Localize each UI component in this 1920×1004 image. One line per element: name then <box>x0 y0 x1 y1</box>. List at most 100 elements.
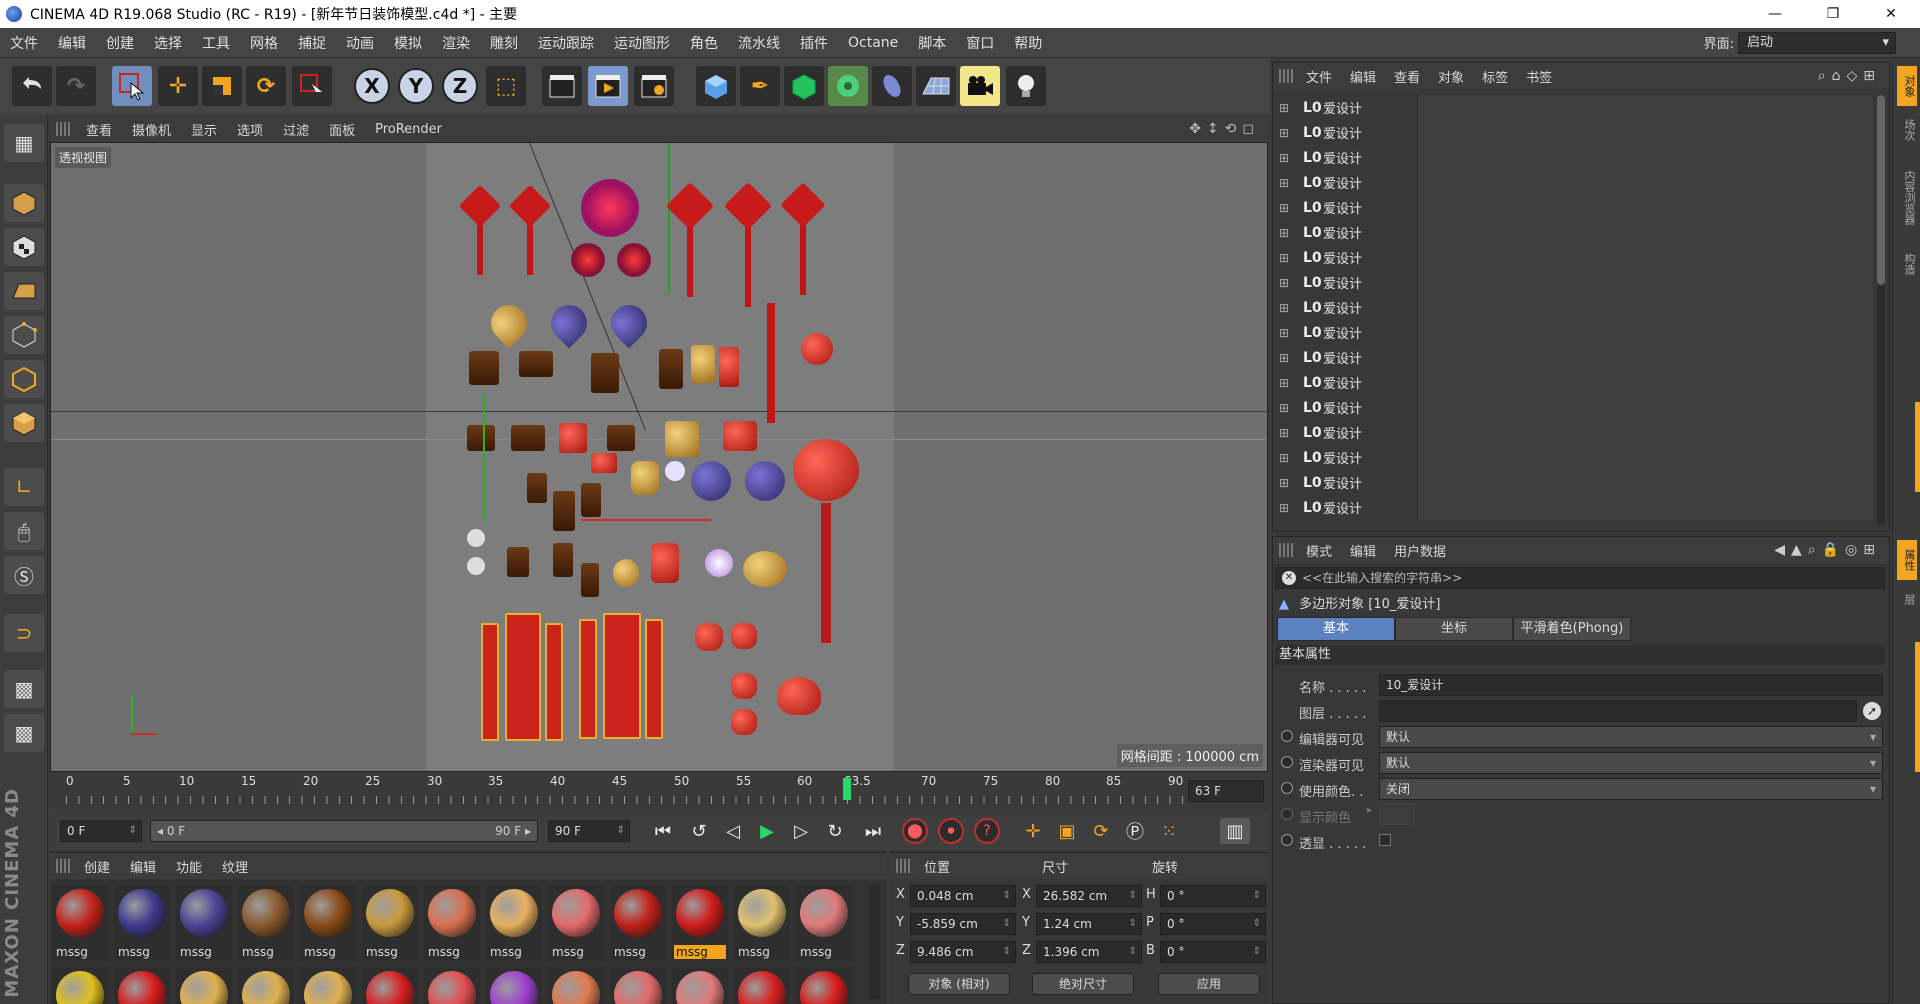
attribute-menu-user-data[interactable]: 用户数据 <box>1385 541 1455 560</box>
locked-workplane-icon[interactable]: ▩ <box>4 670 44 708</box>
menu-window[interactable]: 窗口 <box>956 33 1004 53</box>
autokeying-icon[interactable]: ⏺ <box>938 818 964 844</box>
viewport-menu-filter[interactable]: 过滤 <box>273 120 319 139</box>
render-to-picture-viewer-icon[interactable] <box>588 66 628 106</box>
object-x-axis-handle[interactable] <box>581 519 711 521</box>
tab-takes[interactable]: 场次 <box>1897 110 1917 150</box>
menu-render[interactable]: 渲染 <box>432 33 480 53</box>
expand-icon[interactable]: ⊞ <box>1279 301 1289 315</box>
material-swatch[interactable]: mssg <box>176 885 232 961</box>
tab-basic[interactable]: 基本 <box>1277 617 1395 641</box>
restore-button[interactable]: ❐ <box>1804 0 1862 28</box>
record-scale-icon[interactable]: ▣ <box>1052 818 1082 844</box>
material-swatch[interactable]: mssg <box>610 885 666 961</box>
model-mode-icon[interactable]: ▦ <box>4 124 44 162</box>
menu-simulate[interactable]: 模拟 <box>384 33 432 53</box>
expand-icon[interactable]: ⊞ <box>1279 101 1289 115</box>
attribute-menu-edit[interactable]: 编辑 <box>1341 541 1385 560</box>
menu-pipeline[interactable]: 流水线 <box>728 33 790 53</box>
timeline[interactable]: 0 5 10 15 20 25 30 35 40 45 50 55 60 63.… <box>50 774 1268 808</box>
material-swatch[interactable] <box>362 967 418 1004</box>
rot-p-field[interactable]: 0 ° <box>1160 913 1266 935</box>
planar-workplane-icon[interactable]: ▩ <box>4 714 44 752</box>
material-swatch[interactable]: mssg <box>424 885 480 961</box>
viewport-menu-display[interactable]: 显示 <box>181 120 227 139</box>
current-frame-field[interactable]: 63 F <box>1188 780 1264 802</box>
perspective-viewport[interactable]: 透视视图 网格间距: 100000 cm <box>50 142 1268 772</box>
object-menu-bookmarks[interactable]: 书签 <box>1517 67 1561 86</box>
polygons-mode-icon[interactable] <box>4 404 44 442</box>
menu-select[interactable]: 选择 <box>144 33 192 53</box>
pos-x-field[interactable]: 0.048 cm <box>910 885 1016 907</box>
menu-animate[interactable]: 动画 <box>336 33 384 53</box>
camera-icon[interactable] <box>960 66 1000 106</box>
object-row[interactable]: ⊞ L0 爱设计 <box>1275 145 1873 170</box>
expand-icon[interactable]: ⊞ <box>1279 426 1289 440</box>
record-point-level-icon[interactable]: ⁙ <box>1154 818 1184 844</box>
object-row[interactable]: ⊞ L0 爱设计 <box>1275 245 1873 270</box>
previous-frame-icon[interactable]: ◁ <box>718 818 748 844</box>
object-menu-objects[interactable]: 对象 <box>1429 67 1473 86</box>
expand-icon[interactable]: ⊞ <box>1279 126 1289 140</box>
object-menu-view[interactable]: 查看 <box>1385 67 1429 86</box>
coordinate-system-icon[interactable]: ⬚ <box>486 66 526 106</box>
axis-mode-icon[interactable]: ∟ <box>4 468 44 506</box>
expand-icon[interactable]: ⊞ <box>1279 176 1289 190</box>
object-row[interactable]: ⊞ L0 爱设计 <box>1275 345 1873 370</box>
object-menu-tags[interactable]: 标签 <box>1473 67 1517 86</box>
expand-icon[interactable]: ⊞ <box>1279 151 1289 165</box>
material-swatch[interactable] <box>238 967 294 1004</box>
object-mode-icon[interactable] <box>4 184 44 222</box>
menu-sculpt[interactable]: 雕刻 <box>480 33 528 53</box>
expand-arrow-icon[interactable]: ▸ <box>1367 805 1372 816</box>
layer-pick-icon[interactable]: ➚ <box>1863 702 1881 720</box>
menu-mograph[interactable]: 运动图形 <box>604 33 680 53</box>
tab-objects[interactable]: 对象 <box>1897 66 1917 106</box>
material-menu-texture[interactable]: 纹理 <box>212 857 258 876</box>
material-swatch[interactable]: mssg <box>796 885 852 961</box>
expand-icon[interactable]: ⊞ <box>1279 276 1289 290</box>
material-swatch[interactable]: mssg <box>672 885 728 961</box>
use-color-select[interactable]: 关闭 <box>1379 778 1883 800</box>
xray-radio[interactable] <box>1281 834 1293 846</box>
keyframe-selection-icon[interactable]: ? <box>974 818 1000 844</box>
object-list-scrollbar[interactable] <box>1877 95 1885 525</box>
menu-tools[interactable]: 工具 <box>192 33 240 53</box>
workplane-icon[interactable] <box>4 272 44 310</box>
material-swatch[interactable] <box>486 967 542 1004</box>
render-view-icon[interactable] <box>542 66 582 106</box>
record-active-objects-icon[interactable]: ⬤ <box>902 818 928 844</box>
material-swatch[interactable] <box>300 967 356 1004</box>
next-frame-icon[interactable]: ▷ <box>786 818 816 844</box>
menu-script[interactable]: 脚本 <box>908 33 956 53</box>
cube-icon[interactable] <box>696 66 736 106</box>
editor-visible-select[interactable]: 默认 <box>1379 726 1883 748</box>
close-button[interactable]: ✕ <box>1862 0 1920 28</box>
material-swatch[interactable] <box>672 967 728 1004</box>
render-settings-icon[interactable] <box>634 66 674 106</box>
move-icon[interactable]: ✛ <box>158 66 198 106</box>
viewport-menu-options[interactable]: 选项 <box>227 120 273 139</box>
material-swatch[interactable] <box>548 967 604 1004</box>
object-row[interactable]: ⊞ L0 爱设计 <box>1275 170 1873 195</box>
pen-spline-icon[interactable]: ✒ <box>740 66 780 106</box>
viewport-menu-view[interactable]: 查看 <box>76 120 122 139</box>
size-x-field[interactable]: 26.582 cm <box>1036 885 1142 907</box>
material-swatch[interactable]: mssg <box>486 885 542 961</box>
clear-search-icon[interactable]: ✕ <box>1282 571 1296 585</box>
previous-key-icon[interactable]: ↺ <box>684 818 714 844</box>
play-icon[interactable]: ▶ <box>752 818 782 844</box>
display-color-radio[interactable] <box>1281 808 1293 820</box>
object-row[interactable]: ⊞ L0 爱设计 <box>1275 495 1873 520</box>
material-swatch[interactable] <box>52 967 108 1004</box>
material-swatch[interactable]: mssg <box>52 885 108 961</box>
timeline-window-icon[interactable]: ▥ <box>1220 818 1250 844</box>
panel-grip-icon[interactable] <box>1279 69 1293 83</box>
edges-mode-icon[interactable] <box>4 360 44 398</box>
viewport-nav-icons[interactable]: ✥↕⟲◻ <box>1189 121 1260 137</box>
editor-visible-radio[interactable] <box>1281 730 1293 742</box>
object-y-axis-handle[interactable] <box>483 393 485 523</box>
viewport-menu-panel[interactable]: 面板 <box>319 120 365 139</box>
material-swatch[interactable] <box>114 967 170 1004</box>
pos-z-field[interactable]: 9.486 cm <box>910 941 1016 963</box>
